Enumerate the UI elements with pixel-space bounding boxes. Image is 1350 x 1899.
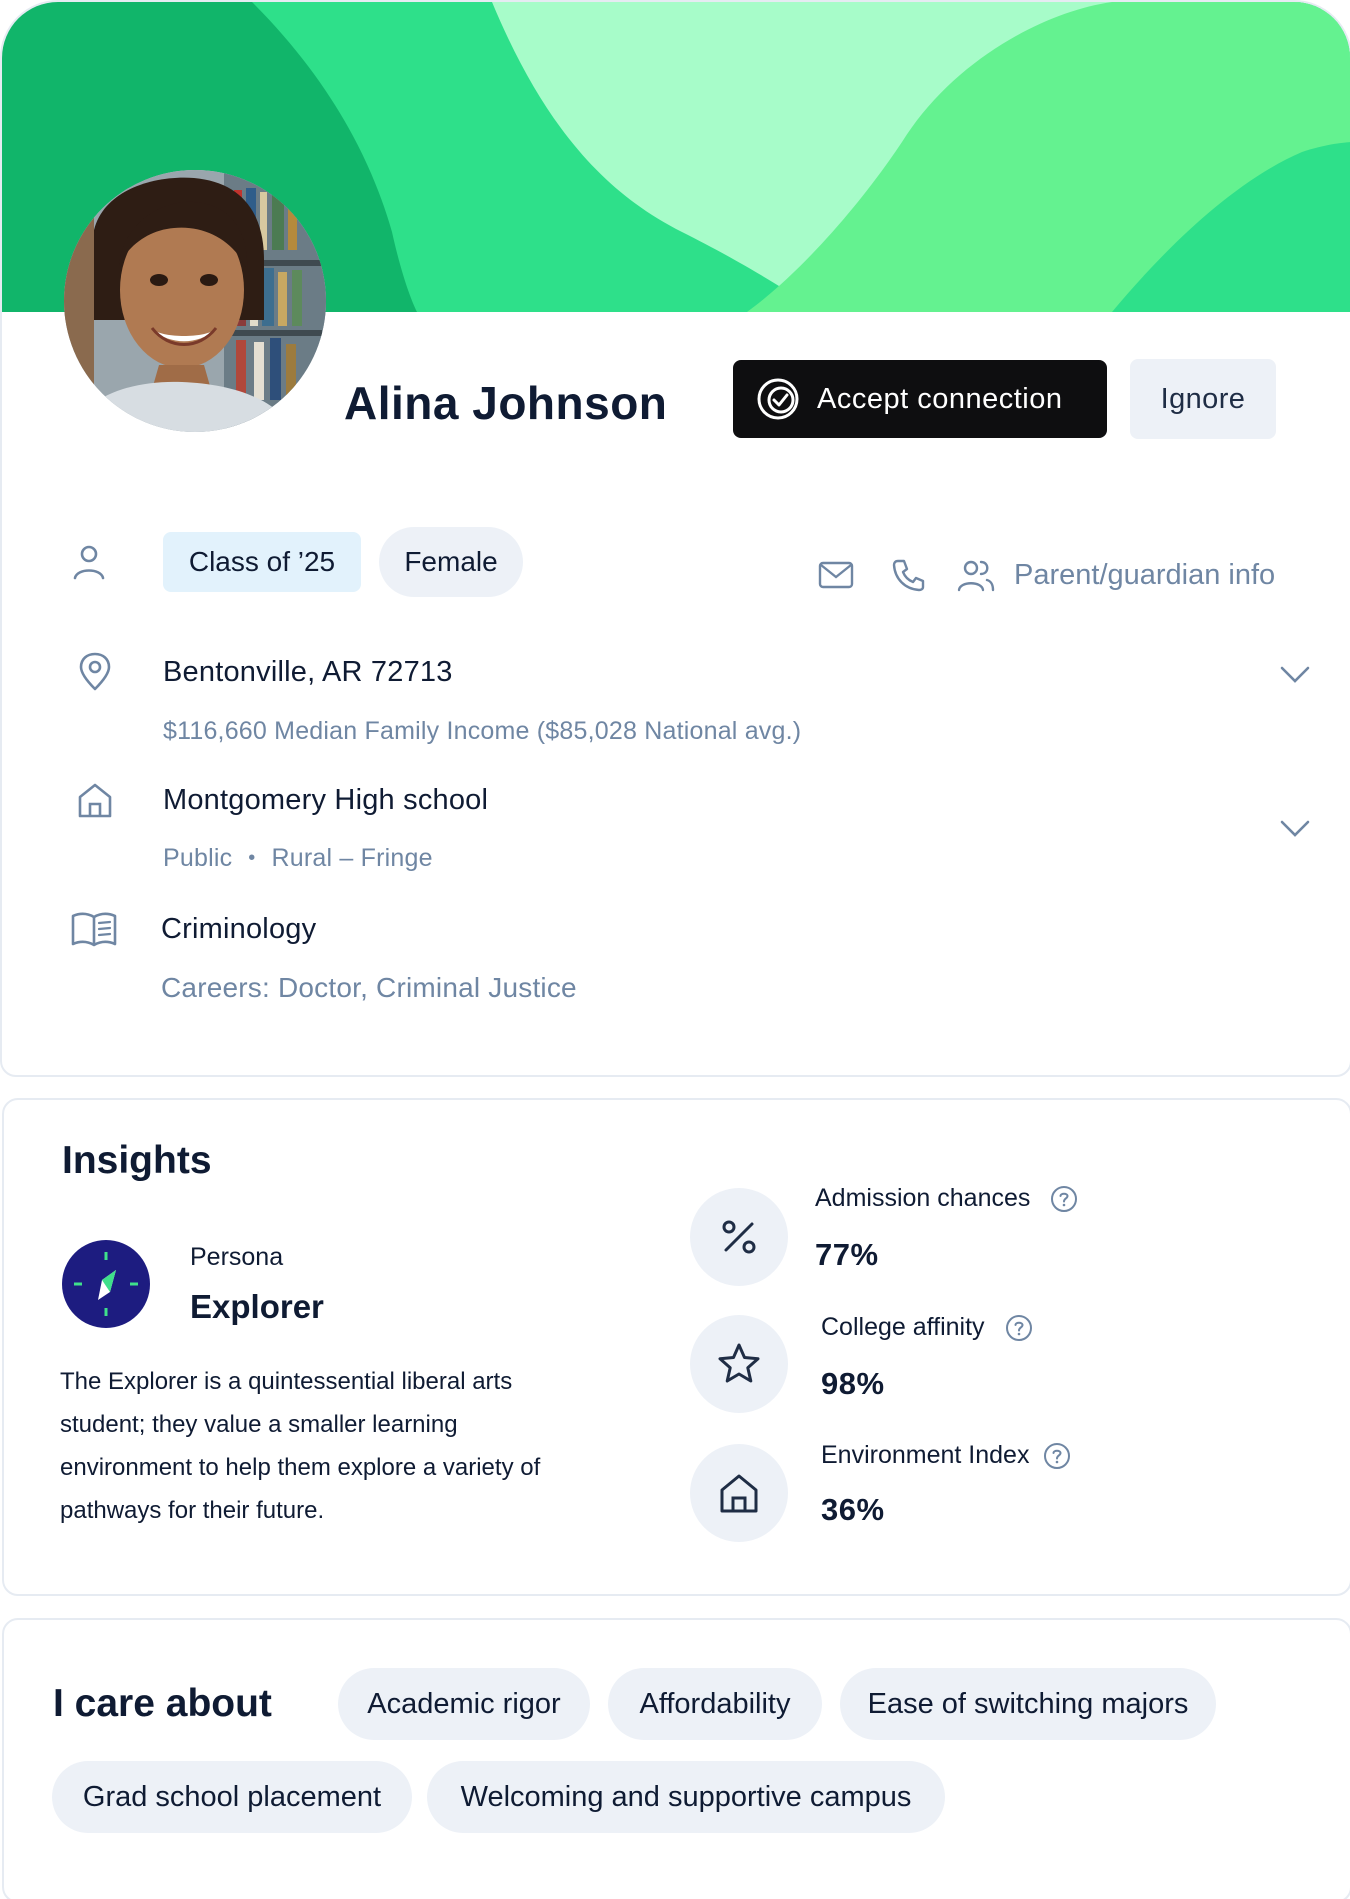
college-affinity-text: College affinity [821,1313,985,1341]
school-type: Public [163,844,233,872]
school-home-icon [78,783,112,818]
open-book-icon [71,912,117,947]
person-icon [73,545,105,580]
major-text: Criminology [161,913,317,945]
gender-chip: Female [379,527,523,597]
home-icon [720,1474,758,1513]
class-year-chip: Class of ’25 [163,532,361,592]
college-affinity-label: College affinity [821,1313,1033,1342]
median-income-text: $116,660 Median Family Income ($85,028 N… [163,717,802,745]
persona-name: Explorer [190,1288,324,1325]
school-name: Montgomery High school [163,784,489,816]
phone-icon [892,559,925,592]
environment-index-value: 36% [821,1492,885,1527]
admission-chances-text: Admission chances [815,1184,1031,1212]
care-about-title: I care about [53,1682,272,1725]
school-chevron-down-icon[interactable] [1280,819,1310,839]
people-icon [957,560,995,592]
college-affinity-badge [690,1315,788,1413]
location-pin-icon [79,652,111,691]
admission-chances-label: Admission chances [815,1184,1078,1213]
percent-icon [722,1220,756,1254]
student-portrait-image [64,170,326,432]
persona-badge [62,1240,150,1328]
environment-index-text: Environment Index [821,1441,1030,1469]
phone-button[interactable] [890,550,926,600]
star-icon [718,1343,760,1383]
school-locale: Rural – Fringe [271,844,433,872]
school-details: Public • Rural – Fringe [163,844,433,873]
profile-card: Alina Johnson Accept connection Ignore C… [0,0,1350,1077]
mail-icon [818,561,854,589]
admission-chances-badge [690,1188,788,1286]
parent-guardian-label: Parent/guardian info [1014,558,1276,591]
accept-connection-label: Accept connection [817,382,1063,415]
ignore-button[interactable]: Ignore [1130,359,1276,439]
location-text: Bentonville, AR 72713 [163,656,453,688]
environment-index-label: Environment Index [821,1441,1071,1470]
help-icon[interactable] [1043,1442,1071,1470]
parent-guardian-link[interactable]: Parent/guardian info [956,550,1275,600]
avatar [64,170,326,432]
persona-label: Persona [190,1243,284,1271]
check-badge-icon [757,378,799,420]
accept-connection-button[interactable]: Accept connection [733,360,1107,438]
admission-chances-value: 77% [815,1237,879,1272]
email-button[interactable] [818,550,854,600]
care-about-card [2,1618,1350,1899]
location-chevron-down-icon[interactable] [1280,665,1310,685]
care-tag: Affordability [608,1668,822,1740]
environment-index-badge [690,1444,788,1542]
care-tag: Welcoming and supportive campus [427,1761,945,1833]
insights-title: Insights [62,1139,212,1182]
student-name: Alina Johnson [344,377,668,429]
care-tag: Ease of switching majors [840,1668,1216,1740]
care-tag: Grad school placement [52,1761,412,1833]
bullet-separator: • [248,847,256,869]
college-affinity-value: 98% [821,1366,885,1401]
help-icon[interactable] [1050,1185,1078,1213]
help-icon[interactable] [1005,1314,1033,1342]
careers-text: Careers: Doctor, Criminal Justice [161,972,577,1003]
persona-description: The Explorer is a quintessential liberal… [60,1368,541,1524]
compass-icon [74,1252,138,1316]
care-tag: Academic rigor [338,1668,590,1740]
